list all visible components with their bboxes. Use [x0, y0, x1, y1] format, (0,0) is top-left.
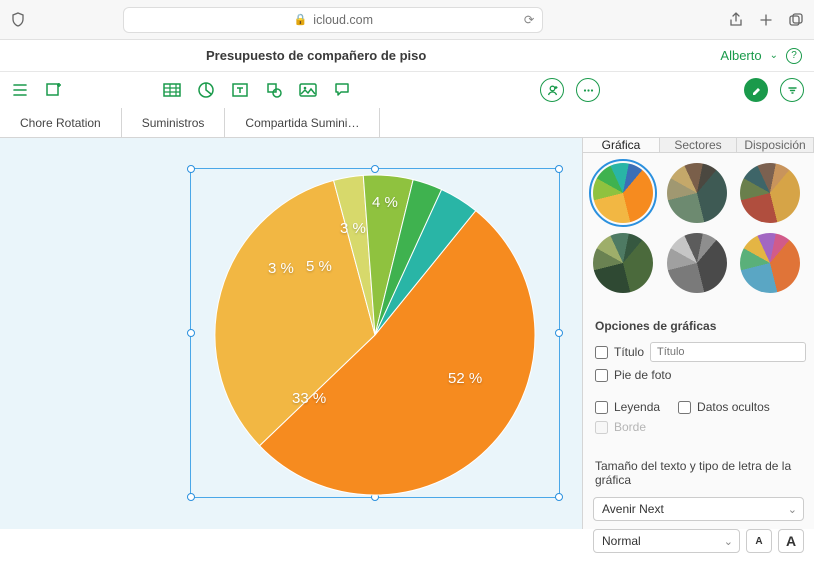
address-domain: icloud.com: [313, 13, 373, 27]
font-weight-value: Normal: [602, 534, 641, 548]
canvas[interactable]: 52 % 33 % 3 % 5 % 3 % 4 %: [0, 138, 582, 529]
resize-handle[interactable]: [555, 329, 563, 337]
chart-style-thumb[interactable]: [593, 163, 653, 223]
document-bar: Presupuesto de compañero de piso Alberto…: [0, 40, 814, 72]
insert-shape-icon[interactable]: [264, 80, 284, 100]
inspector-panel: Gráfica Sectores Disposición Opciones de…: [582, 138, 814, 529]
main-area: 52 % 33 % 3 % 5 % 3 % 4 % Gráfica Sectores Di…: [0, 138, 814, 529]
address-bar[interactable]: 🔒 icloud.com ⟳: [123, 7, 543, 33]
font-smaller-button[interactable]: A: [746, 529, 772, 553]
pie-slice-label: 5 %: [306, 258, 332, 275]
hidden-data-checkbox[interactable]: [678, 401, 691, 414]
app-toolbar: [0, 72, 814, 108]
view-list-icon[interactable]: [10, 80, 30, 100]
chart-style-thumb[interactable]: [667, 163, 727, 223]
font-weight-select[interactable]: Normal ⌄: [593, 529, 740, 553]
insert-table-icon[interactable]: [162, 80, 182, 100]
pie-slice-label: 4 %: [372, 194, 398, 211]
pie-slice-label: 3 %: [268, 260, 294, 277]
insert-media-icon[interactable]: [298, 80, 318, 100]
pie-chart[interactable]: 52 % 33 % 3 % 5 % 3 % 4 %: [210, 170, 540, 500]
sheet-tab[interactable]: Compartida Sumini…: [225, 108, 380, 137]
chart-style-grid: [583, 153, 814, 297]
document-title: Presupuesto de compañero de piso: [206, 48, 426, 63]
pie-slice-label: 33 %: [292, 390, 326, 407]
resize-handle[interactable]: [187, 493, 195, 501]
resize-handle[interactable]: [187, 165, 195, 173]
title-checkbox[interactable]: [595, 346, 608, 359]
tabs-icon[interactable]: [788, 12, 804, 28]
pie-slice-label: 52 %: [448, 370, 482, 387]
sheet-tab[interactable]: Suministros: [122, 108, 226, 137]
filter-icon[interactable]: [780, 78, 804, 102]
insert-chart-icon[interactable]: [196, 80, 216, 100]
chevron-updown-icon: ⌄: [724, 535, 733, 548]
hidden-data-label: Datos ocultos: [697, 400, 770, 414]
chart-style-thumb[interactable]: [667, 233, 727, 293]
chart-style-thumb[interactable]: [593, 233, 653, 293]
border-checkbox: [595, 421, 608, 434]
chevron-updown-icon: ⌄: [788, 503, 797, 516]
chart-style-thumb[interactable]: [740, 163, 800, 223]
legend-checkbox[interactable]: [595, 401, 608, 414]
tab-wedges[interactable]: Sectores: [660, 138, 737, 152]
sheet-tabs: Chore RotationSuministrosCompartida Sumi…: [0, 108, 814, 138]
legend-label: Leyenda: [614, 400, 660, 414]
pie-slice-label: 3 %: [340, 220, 366, 237]
reload-icon[interactable]: ⟳: [524, 12, 534, 27]
caption-checkbox-label: Pie de foto: [614, 368, 671, 382]
add-sheet-icon[interactable]: [44, 80, 64, 100]
chart-font-heading: Tamaño del texto y tipo de letra de la g…: [583, 449, 814, 493]
font-family-value: Avenir Next: [602, 502, 664, 516]
tab-arrange[interactable]: Disposición: [737, 138, 814, 152]
chart-title-input[interactable]: [650, 342, 806, 362]
title-checkbox-label: Título: [614, 345, 644, 359]
browser-toolbar: 🔒 icloud.com ⟳: [0, 0, 814, 40]
help-icon[interactable]: ?: [786, 48, 802, 64]
insert-text-icon[interactable]: [230, 80, 250, 100]
insert-comment-icon[interactable]: [332, 80, 352, 100]
resize-handle[interactable]: [555, 493, 563, 501]
chart-style-thumb[interactable]: [740, 233, 800, 293]
tab-chart[interactable]: Gráfica: [583, 138, 660, 152]
share-icon[interactable]: [728, 12, 744, 28]
user-name[interactable]: Alberto: [720, 48, 761, 63]
collaborate-icon[interactable]: [540, 78, 564, 102]
chart-options-heading: Opciones de gráficas: [583, 309, 814, 339]
format-brush-icon[interactable]: [744, 78, 768, 102]
chevron-down-icon[interactable]: ⌄: [770, 50, 778, 61]
resize-handle[interactable]: [555, 165, 563, 173]
inspector-tabs: Gráfica Sectores Disposición: [583, 138, 814, 153]
font-family-select[interactable]: Avenir Next ⌄: [593, 497, 804, 521]
sheet-tab[interactable]: Chore Rotation: [0, 108, 122, 137]
caption-checkbox[interactable]: [595, 369, 608, 382]
border-checkbox-label: Borde: [614, 420, 646, 434]
font-larger-button[interactable]: A: [778, 529, 804, 553]
new-tab-icon[interactable]: [758, 12, 774, 28]
lock-icon: 🔒: [294, 13, 308, 26]
resize-handle[interactable]: [187, 329, 195, 337]
more-icon[interactable]: [576, 78, 600, 102]
privacy-shield-icon[interactable]: [10, 12, 26, 28]
